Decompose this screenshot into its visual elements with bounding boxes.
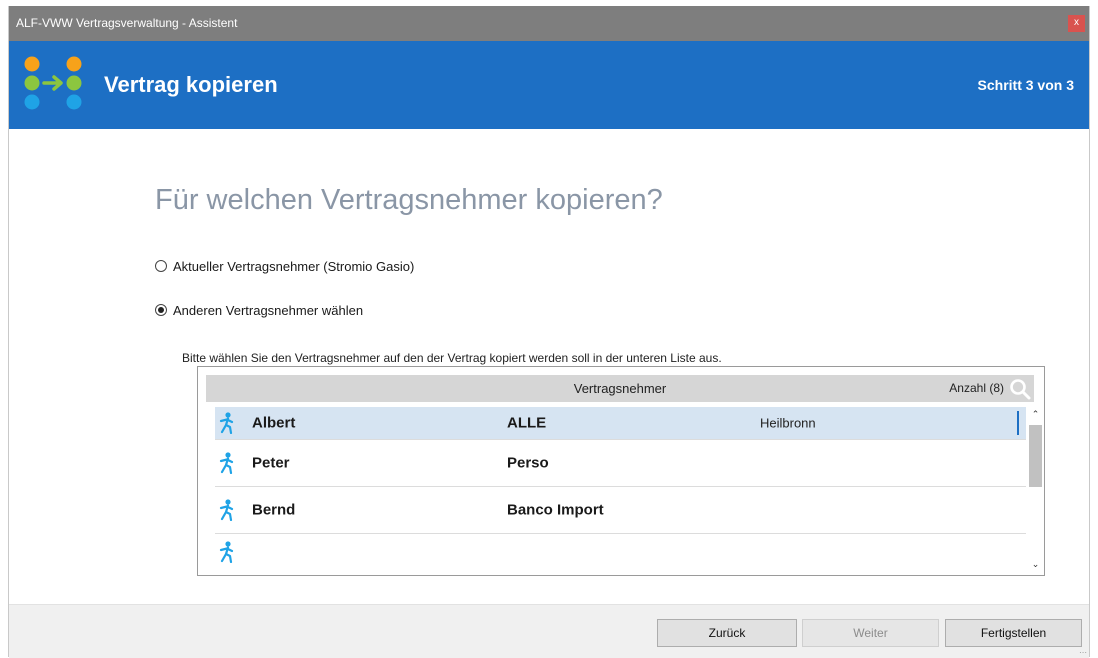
finish-button[interactable]: Fertigstellen [945, 619, 1082, 647]
option-current-contractor[interactable]: Aktueller Vertragsnehmer (Stromio Gasio) [155, 256, 414, 276]
count-label: Anzahl (8) [949, 381, 1004, 395]
wizard-window: ALF-VWW Vertragsverwaltung - Assistent x… [8, 6, 1090, 658]
resize-grip-icon[interactable]: ⋯ [1079, 648, 1087, 657]
page-title: Vertrag kopieren [104, 72, 278, 97]
first-name: Bernd [252, 501, 296, 519]
list-item[interactable]: Bernd Banco Import [215, 487, 1026, 534]
scroll-thumb[interactable] [1029, 425, 1042, 487]
person-icon [219, 412, 234, 434]
window-title: ALF-VWW Vertragsverwaltung - Assistent [16, 16, 238, 30]
last-name: Banco Import [507, 501, 604, 519]
search-icon[interactable] [1008, 377, 1032, 401]
contractor-list: Vertragsnehmer Anzahl (8) Albert ALLE He… [197, 366, 1045, 576]
list-item[interactable] [215, 534, 1026, 570]
back-button[interactable]: Zurück [657, 619, 797, 647]
instruction-text: Bitte wählen Sie den Vertragsnehmer auf … [182, 351, 722, 365]
next-button[interactable]: Weiter [802, 619, 939, 647]
last-name: Perso [507, 454, 549, 472]
list-rows: Albert ALLE Heilbronn Peter Perso Bernd … [215, 407, 1026, 570]
scroll-up-icon[interactable]: ⌃ [1028, 407, 1043, 421]
step-indicator: Schritt 3 von 3 [977, 77, 1074, 93]
title-bar: ALF-VWW Vertragsverwaltung - Assistent x [9, 6, 1089, 41]
list-item-selected[interactable]: Albert ALLE Heilbronn [215, 407, 1026, 440]
radio-button[interactable] [155, 260, 167, 272]
person-icon [219, 452, 234, 474]
scroll-down-icon[interactable]: ⌄ [1028, 557, 1043, 571]
question-heading: Für welchen Vertragsnehmer kopieren? [155, 184, 663, 216]
option-label: Anderen Vertragsnehmer wählen [173, 302, 364, 318]
person-icon [219, 541, 234, 563]
option-other-contractor[interactable]: Anderen Vertragsnehmer wählen [155, 300, 363, 320]
app-logo-icon [24, 56, 82, 110]
option-label: Aktueller Vertragsnehmer (Stromio Gasio) [173, 258, 415, 274]
first-name: Albert [252, 414, 296, 432]
column-header[interactable]: Vertragsnehmer [206, 375, 1034, 402]
last-name: ALLE [507, 414, 547, 432]
city: Heilbronn [760, 415, 816, 431]
list-item[interactable]: Peter Perso [215, 440, 1026, 487]
first-name: Peter [252, 454, 290, 472]
vertical-scrollbar[interactable]: ⌃ ⌄ [1028, 407, 1043, 571]
person-icon [219, 499, 234, 521]
selection-marker [1017, 411, 1019, 435]
radio-button-selected[interactable] [155, 304, 167, 316]
wizard-header: Vertrag kopieren Schritt 3 von 3 [9, 41, 1089, 129]
wizard-footer: Zurück Weiter Fertigstellen ⋯ [9, 604, 1089, 658]
list-header: Vertragsnehmer Anzahl (8) [206, 375, 1034, 402]
close-button[interactable]: x [1068, 15, 1085, 32]
